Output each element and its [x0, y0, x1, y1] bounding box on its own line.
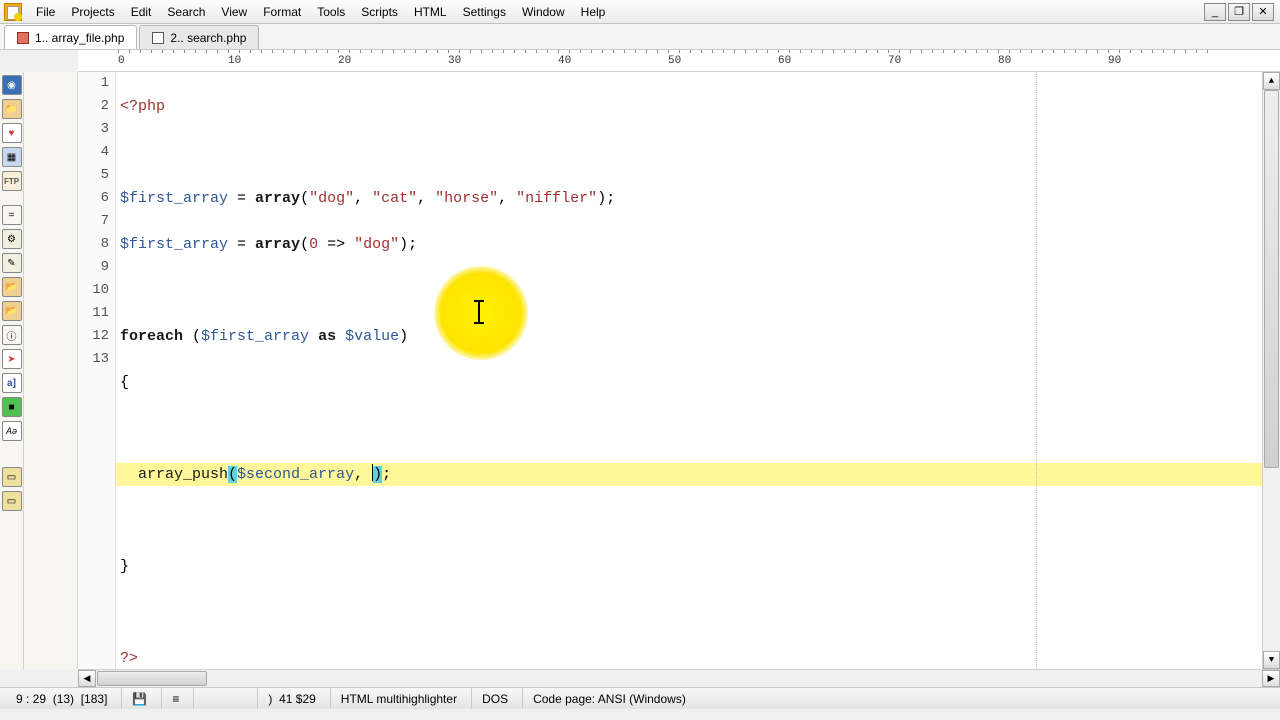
status-save-icon[interactable]: 💾 — [121, 688, 157, 709]
code-lines[interactable]: <?php $first_array = array("dog", "cat",… — [120, 72, 1280, 669]
menu-html[interactable]: HTML — [406, 2, 455, 22]
menu-help[interactable]: Help — [573, 2, 614, 22]
symbol-icon[interactable]: ⓘ — [2, 325, 22, 345]
window-controls: _ ❐ ✕ — [1204, 3, 1276, 21]
folder2-icon[interactable]: 📂 — [2, 277, 22, 297]
folder3-icon[interactable]: 📂 — [2, 301, 22, 321]
menu-projects[interactable]: Projects — [63, 2, 122, 22]
code-editor[interactable]: 123 456 789 101112 13 <?php $first_array… — [78, 72, 1280, 669]
scroll-up-icon[interactable]: ▲ — [1263, 72, 1280, 90]
editor-area: ◉ 📁 ♥ ▦ FTP = ⚙ ✎ 📂 📂 ⓘ ➤ a] ■ Aə ▭ ▭ 12… — [0, 72, 1280, 669]
misc-icon[interactable]: ▭ — [2, 467, 22, 487]
scroll-down-icon[interactable]: ▼ — [1263, 651, 1280, 669]
ruler-tick: 80 — [998, 55, 1108, 67]
file-icon — [152, 32, 164, 44]
misc2-icon[interactable]: ▭ — [2, 491, 22, 511]
ruler-tick: 0 — [118, 55, 228, 67]
text-icon[interactable]: a] — [2, 373, 22, 393]
ruler-tick: 70 — [888, 55, 998, 67]
menu-view[interactable]: View — [213, 2, 255, 22]
ruler-tick: 10 — [228, 55, 338, 67]
ruler: 0 10 20 30 40 50 60 70 80 90 — [78, 50, 1280, 72]
status-eol[interactable]: DOS — [471, 688, 518, 709]
menu-search[interactable]: Search — [159, 2, 213, 22]
menu-tools[interactable]: Tools — [309, 2, 353, 22]
ftp-icon[interactable]: FTP — [2, 171, 22, 191]
app-icon — [4, 3, 22, 21]
minimize-button[interactable]: _ — [1204, 3, 1226, 21]
status-char: ) 41 $29 — [257, 688, 325, 709]
status-position: 9 : 29 (13) [183] — [6, 688, 117, 709]
ruler-tick: 30 — [448, 55, 558, 67]
folder-icon[interactable]: 📁 — [2, 99, 22, 119]
tool-sidebar: ◉ 📁 ♥ ▦ FTP = ⚙ ✎ 📂 📂 ⓘ ➤ a] ■ Aə ▭ ▭ — [0, 72, 24, 669]
horizontal-scrollbar[interactable]: ◀ ▶ — [78, 669, 1280, 687]
menu-file[interactable]: File — [28, 2, 63, 22]
menu-settings[interactable]: Settings — [455, 2, 514, 22]
status-encoding[interactable]: Code page: ANSI (Windows) — [522, 688, 696, 709]
fold-gutter — [24, 72, 78, 669]
ruler-tick: 60 — [778, 55, 888, 67]
print-margin — [1036, 72, 1037, 669]
ruler-tick: 50 — [668, 55, 778, 67]
script-icon[interactable]: ✎ — [2, 253, 22, 273]
align-icon[interactable]: = — [2, 205, 22, 225]
tab-label: 2.. search.php — [170, 31, 246, 45]
ibeam-cursor-icon — [478, 300, 480, 324]
menu-window[interactable]: Window — [514, 2, 573, 22]
run-icon[interactable]: ➤ — [2, 349, 22, 369]
tools-icon[interactable]: ⚙ — [2, 229, 22, 249]
close-button[interactable]: ✕ — [1252, 3, 1274, 21]
file-icon — [17, 32, 29, 44]
maximize-button[interactable]: ❐ — [1228, 3, 1250, 21]
favorites-icon[interactable]: ♥ — [2, 123, 22, 143]
ruler-tick: 20 — [338, 55, 448, 67]
scroll-thumb[interactable] — [97, 671, 207, 686]
scroll-right-icon[interactable]: ▶ — [1262, 670, 1280, 687]
menu-format[interactable]: Format — [255, 2, 309, 22]
scroll-left-icon[interactable]: ◀ — [78, 670, 96, 687]
scroll-track[interactable] — [208, 670, 1262, 687]
status-bar: 9 : 29 (13) [183] 💾 ≡ ) 41 $29 HTML mult… — [0, 687, 1280, 709]
status-wrap-icon[interactable]: ≡ — [161, 688, 189, 709]
ruler-tick: 90 — [1108, 55, 1218, 67]
vertical-scrollbar[interactable]: ▲ ▼ — [1262, 72, 1280, 669]
tab-search[interactable]: 2.. search.php — [139, 25, 259, 49]
ok-icon[interactable]: ■ — [2, 397, 22, 417]
window-icon[interactable]: ▦ — [2, 147, 22, 167]
font-icon[interactable]: Aə — [2, 421, 22, 441]
menu-scripts[interactable]: Scripts — [353, 2, 406, 22]
tab-array-file[interactable]: 1.. array_file.php — [4, 25, 137, 49]
line-numbers: 123 456 789 101112 13 — [78, 72, 116, 669]
tab-bar: 1.. array_file.php 2.. search.php — [0, 24, 1280, 50]
scroll-thumb[interactable] — [1264, 90, 1279, 468]
menu-bar: File Projects Edit Search View Format To… — [0, 0, 1280, 24]
ruler-tick: 40 — [558, 55, 668, 67]
status-highlighter[interactable]: HTML multihighlighter — [330, 688, 467, 709]
menu-edit[interactable]: Edit — [123, 2, 160, 22]
text-caret — [372, 464, 373, 481]
nav-icon[interactable]: ◉ — [2, 75, 22, 95]
tab-label: 1.. array_file.php — [35, 31, 124, 45]
